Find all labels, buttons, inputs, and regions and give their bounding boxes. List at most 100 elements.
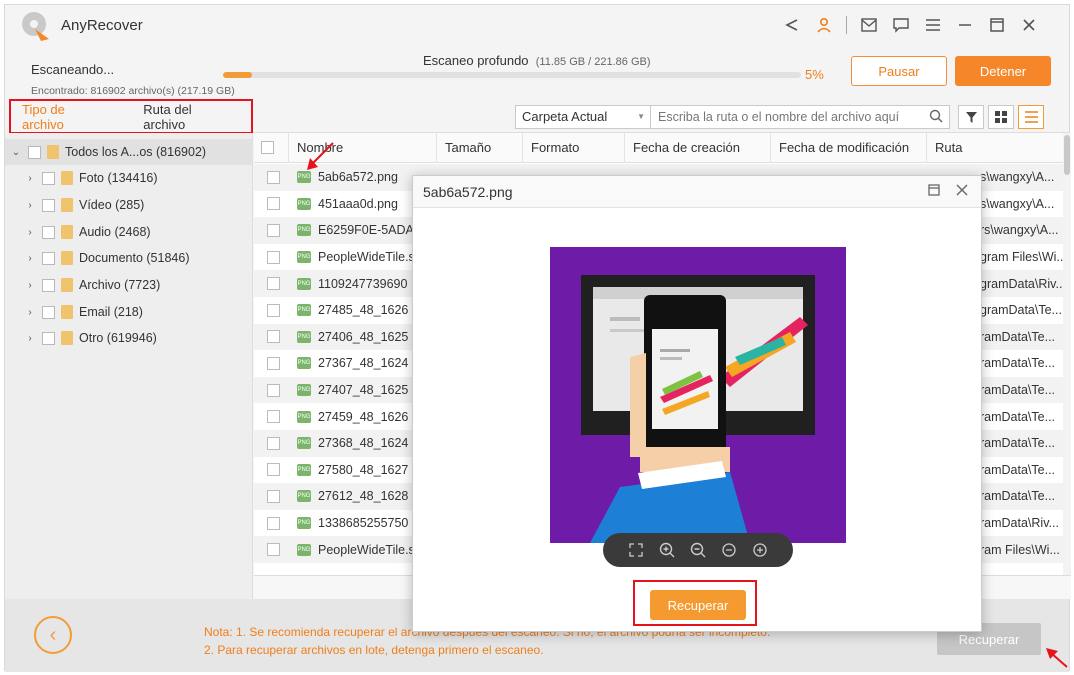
- vertical-scrollbar[interactable]: [1063, 133, 1071, 599]
- file-name: 451aaa0d.png: [318, 196, 398, 211]
- column-path[interactable]: Ruta: [926, 133, 1066, 163]
- file-name: 27367_48_1624: [318, 356, 409, 371]
- png-file-icon: PNG: [297, 463, 311, 476]
- stop-button[interactable]: Detener: [955, 56, 1051, 86]
- tree-checkbox[interactable]: [42, 225, 55, 239]
- row-checkbox[interactable]: [267, 410, 280, 424]
- tree-item-photo[interactable]: › Foto (134416): [25, 165, 158, 191]
- file-name: 1109247739690: [318, 276, 408, 291]
- row-checkbox[interactable]: [267, 516, 280, 530]
- tree-item-all[interactable]: ⌄ Todos los A...os (816902): [5, 139, 253, 165]
- chevron-right-icon[interactable]: ›: [25, 307, 35, 318]
- path-search-placeholder: Escriba la ruta o el nombre del archivo …: [658, 110, 900, 124]
- menu-icon[interactable]: [923, 15, 943, 35]
- filter-button[interactable]: [958, 105, 984, 129]
- recover-highlight-box: [633, 580, 757, 626]
- preview-dialog-title: 5ab6a572.png: [423, 184, 513, 200]
- tree-checkbox[interactable]: [42, 198, 55, 212]
- filter-icon: [965, 111, 977, 123]
- chevron-down-icon[interactable]: ⌄: [11, 147, 21, 158]
- column-format[interactable]: Formato: [522, 133, 624, 163]
- zoom-out-icon[interactable]: [689, 541, 707, 559]
- png-file-icon: PNG: [297, 224, 311, 237]
- folder-scope-select[interactable]: Carpeta Actual ▼: [515, 105, 651, 129]
- app-logo-icon: [22, 12, 49, 41]
- tree-item-label: Vídeo (285): [79, 198, 145, 212]
- select-all-checkbox[interactable]: [261, 141, 274, 154]
- rotate-left-icon[interactable]: [720, 541, 738, 559]
- folder-icon: [61, 251, 73, 265]
- row-checkbox[interactable]: [267, 277, 280, 291]
- file-path: ramData\Te...: [980, 329, 1056, 344]
- scan-mode-label: Escaneo profundo (11.85 GB / 221.86 GB): [423, 53, 651, 68]
- row-checkbox[interactable]: [267, 489, 280, 503]
- row-checkbox[interactable]: [267, 250, 280, 264]
- row-checkbox[interactable]: [267, 356, 280, 370]
- tree-checkbox[interactable]: [42, 305, 55, 319]
- tree-checkbox[interactable]: [42, 251, 55, 265]
- scrollbar-thumb[interactable]: [1064, 135, 1070, 175]
- scan-progress-bar: [223, 72, 801, 78]
- share-icon[interactable]: [782, 15, 802, 35]
- grid-icon: [995, 111, 1007, 123]
- chevron-right-icon[interactable]: ›: [25, 227, 35, 238]
- scan-mode: Escaneo profundo: [423, 53, 529, 68]
- chat-icon[interactable]: [891, 15, 911, 35]
- row-checkbox[interactable]: [267, 330, 280, 344]
- row-checkbox[interactable]: [267, 303, 280, 317]
- row-checkbox[interactable]: [267, 223, 280, 237]
- tree-item-label: Email (218): [79, 305, 143, 319]
- tree-checkbox[interactable]: [42, 278, 55, 292]
- rotate-right-icon[interactable]: [751, 541, 769, 559]
- file-path: ramData\Te...: [980, 383, 1056, 398]
- tree-item-label: Archivo (7723): [79, 278, 161, 292]
- png-file-icon: PNG: [297, 330, 311, 343]
- close-icon[interactable]: [1019, 15, 1039, 35]
- tree-item-document[interactable]: › Documento (51846): [25, 245, 189, 271]
- column-created[interactable]: Fecha de creación: [624, 133, 770, 163]
- scan-size: (11.85 GB / 221.86 GB): [535, 56, 651, 68]
- pause-button[interactable]: Pausar: [851, 56, 947, 86]
- chevron-right-icon[interactable]: ›: [25, 173, 35, 184]
- column-modified[interactable]: Fecha de modificación: [770, 133, 926, 163]
- folder-icon: [61, 171, 73, 185]
- tree-item-archive[interactable]: › Archivo (7723): [25, 272, 160, 298]
- user-icon[interactable]: [814, 15, 834, 35]
- close-icon[interactable]: [956, 184, 968, 199]
- minimize-icon[interactable]: [955, 15, 975, 35]
- row-checkbox[interactable]: [267, 383, 280, 397]
- tree-item-audio[interactable]: › Audio (2468): [25, 219, 151, 245]
- column-size[interactable]: Tamaño: [436, 133, 522, 163]
- back-button[interactable]: ‹: [34, 616, 72, 654]
- path-search-input[interactable]: Escriba la ruta o el nombre del archivo …: [650, 105, 950, 129]
- zoom-in-icon[interactable]: [658, 541, 676, 559]
- chevron-right-icon[interactable]: ›: [25, 253, 35, 264]
- chevron-down-icon: ▼: [637, 112, 645, 121]
- maximize-icon[interactable]: [987, 15, 1007, 35]
- chevron-right-icon[interactable]: ›: [25, 333, 35, 344]
- row-checkbox[interactable]: [267, 170, 280, 184]
- grid-view-button[interactable]: [988, 105, 1014, 129]
- fullscreen-icon[interactable]: [627, 541, 645, 559]
- tree-checkbox[interactable]: [42, 171, 55, 185]
- tabs-highlight-box: [9, 99, 253, 134]
- tree-item-email[interactable]: › Email (218): [25, 299, 143, 325]
- tree-item-label: Documento (51846): [79, 251, 190, 265]
- tree-item-other[interactable]: › Otro (619946): [25, 325, 157, 351]
- row-checkbox[interactable]: [267, 543, 280, 557]
- mail-icon[interactable]: [859, 15, 879, 35]
- search-icon[interactable]: [929, 109, 943, 126]
- row-checkbox[interactable]: [267, 463, 280, 477]
- chevron-right-icon[interactable]: ›: [25, 280, 35, 291]
- row-checkbox[interactable]: [267, 197, 280, 211]
- list-view-button[interactable]: [1018, 105, 1044, 129]
- scan-progress-percent: 5%: [805, 67, 824, 82]
- file-name: 27580_48_1627: [318, 462, 409, 477]
- restore-icon[interactable]: [928, 184, 940, 199]
- chevron-right-icon[interactable]: ›: [25, 200, 35, 211]
- tree-item-video[interactable]: › Vídeo (285): [25, 192, 144, 218]
- tree-checkbox[interactable]: [42, 331, 55, 345]
- tree-item-label: Todos los A...os (816902): [65, 145, 207, 159]
- row-checkbox[interactable]: [267, 436, 280, 450]
- tree-checkbox[interactable]: [28, 145, 41, 159]
